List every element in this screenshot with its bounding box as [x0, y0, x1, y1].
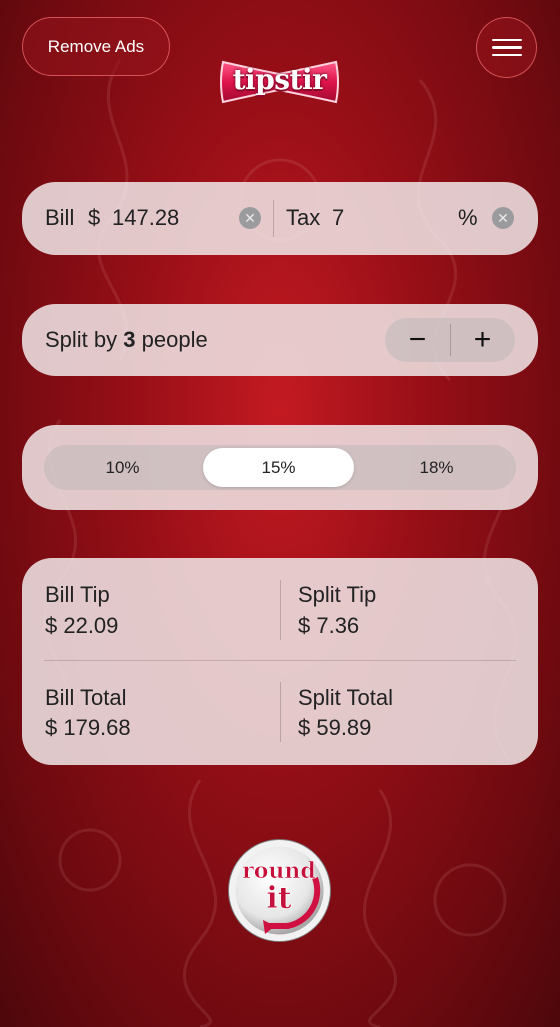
- split-text: Split by 3 people: [45, 327, 208, 353]
- increase-split-button[interactable]: +: [450, 318, 515, 362]
- bill-total-value: $ 179.68: [45, 715, 131, 740]
- split-suffix: people: [141, 327, 208, 352]
- tip-option-10[interactable]: 10%: [44, 445, 201, 490]
- menu-line-icon: [491, 38, 522, 42]
- round-it-button[interactable]: round it: [227, 838, 332, 943]
- split-tip-label: Split Tip: [298, 582, 377, 607]
- tipstir-logo: tipstir: [219, 54, 340, 110]
- bill-label: Bill: [45, 205, 75, 230]
- clear-tax-icon[interactable]: ✕: [492, 207, 514, 229]
- tip-option-15-selected[interactable]: 15%: [203, 448, 354, 487]
- bill-amount-input[interactable]: 147.28: [112, 205, 232, 231]
- bill-currency-symbol: $: [88, 205, 101, 230]
- bill-tip-label: Bill Tip: [45, 582, 110, 607]
- logo-text: tipstir: [232, 63, 327, 96]
- tax-percent-symbol: %: [458, 205, 478, 230]
- results-horizontal-divider: [44, 660, 516, 661]
- bill-tax-card: Bill $ 147.28 ✕ Tax 7 % ✕: [22, 182, 538, 255]
- menu-line-icon: [491, 53, 522, 57]
- remove-ads-button[interactable]: Remove Ads: [22, 17, 170, 76]
- split-total-label: Split Total: [298, 685, 393, 710]
- results-card: Bill Tip $ 22.09 Split Tip $ 7.36 Bill T…: [22, 558, 538, 765]
- round-it-icon: round it: [228, 839, 331, 942]
- tip-percent-segmented-control: 10% 15% 18%: [44, 445, 516, 490]
- hamburger-menu-button[interactable]: [476, 17, 537, 78]
- split-tip-value: $ 7.36: [298, 613, 360, 638]
- split-card: Split by 3 people − +: [22, 304, 538, 376]
- split-count: 3: [123, 327, 136, 352]
- split-stepper: − +: [385, 318, 515, 362]
- bill-total-label: Bill Total: [45, 685, 127, 710]
- tax-rate-input[interactable]: 7: [332, 205, 442, 231]
- results-bottom-divider: [280, 682, 281, 742]
- bill-tax-divider: [273, 200, 274, 237]
- split-total-value: $ 59.89: [298, 715, 372, 740]
- tax-label: Tax: [286, 205, 321, 230]
- decrease-split-button[interactable]: −: [385, 318, 450, 362]
- tip-option-18[interactable]: 18%: [358, 445, 515, 490]
- tip-percent-card: 10% 15% 18%: [22, 425, 538, 510]
- results-top-divider: [280, 580, 281, 640]
- split-prefix: Split by: [45, 327, 118, 352]
- round-it-line2: it: [266, 881, 291, 916]
- clear-bill-icon[interactable]: ✕: [239, 207, 261, 229]
- menu-line-icon: [491, 46, 522, 49]
- bill-tip-value: $ 22.09: [45, 613, 119, 638]
